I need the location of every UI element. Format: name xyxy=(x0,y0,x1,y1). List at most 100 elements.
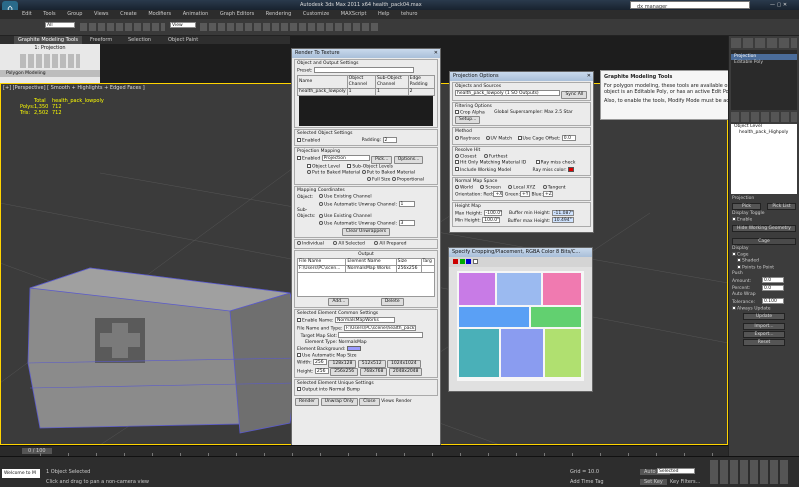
unwrap-only-button[interactable]: Unwrap Only xyxy=(320,397,358,406)
update-button[interactable]: Update xyxy=(743,313,785,320)
world-radio[interactable] xyxy=(455,184,459,189)
setup-button[interactable]: Setup... xyxy=(455,116,481,124)
menu-item-group[interactable]: Group xyxy=(67,10,82,19)
amount-spinner[interactable]: 0.0 xyxy=(762,277,784,283)
enable-checkbox-right[interactable] xyxy=(732,217,736,221)
use-auto-radio[interactable] xyxy=(319,201,323,206)
po-title-bar[interactable]: Projection Options ✕ xyxy=(450,72,593,81)
import-button[interactable]: Import... xyxy=(743,323,785,330)
blue-channel-icon[interactable] xyxy=(466,259,472,264)
output-list-area[interactable] xyxy=(297,273,435,297)
pick-button[interactable]: Pick... xyxy=(371,155,393,164)
green-channel-icon[interactable] xyxy=(459,259,465,264)
menu-item-views[interactable]: Views xyxy=(94,10,108,19)
individual-radio[interactable] xyxy=(297,240,301,245)
timeline[interactable]: 0 / 100 xyxy=(0,445,728,456)
size-128-button[interactable]: 128x128 xyxy=(328,359,357,368)
toolbar-tool-icons[interactable] xyxy=(80,23,165,31)
uv-match-radio[interactable] xyxy=(485,136,490,140)
preset-dropdown[interactable] xyxy=(314,67,414,73)
add-time-tag[interactable]: Add Time Tag xyxy=(570,479,604,485)
col-element-name[interactable]: Element Name xyxy=(345,258,397,266)
ray-miss-check-checkbox[interactable] xyxy=(535,160,540,164)
stack-item-editable-poly[interactable]: Editable Poly xyxy=(731,60,797,66)
table-row[interactable]: health_pack_lowpoly 1 1 2 xyxy=(297,87,436,96)
element-bg-swatch[interactable] xyxy=(346,345,361,351)
object-level-checkbox[interactable] xyxy=(307,163,311,168)
alpha-channel-icon[interactable] xyxy=(472,259,478,264)
tab-freeform[interactable]: Freeform xyxy=(90,36,112,44)
size-1024-button[interactable]: 1024x1024 xyxy=(387,359,421,368)
furthest-radio[interactable] xyxy=(483,153,488,158)
target-slot-dropdown[interactable] xyxy=(338,332,424,338)
screen-radio[interactable] xyxy=(480,184,485,189)
objects-list-area[interactable] xyxy=(299,95,433,126)
green-dropdown[interactable]: +Y xyxy=(520,191,531,197)
col-target[interactable]: Targ xyxy=(420,258,435,266)
col-file-name[interactable]: File Name xyxy=(296,258,347,266)
red-channel-icon[interactable] xyxy=(453,259,458,264)
points-to-point-checkbox[interactable] xyxy=(737,264,741,269)
col-object-channel[interactable]: Object Channel xyxy=(346,74,376,89)
height-spinner[interactable]: 256 xyxy=(314,367,329,374)
always-update-checkbox[interactable] xyxy=(732,305,736,310)
enabled-checkbox[interactable] xyxy=(297,137,301,142)
modifier-stack[interactable]: Projection Editable Poly xyxy=(731,50,797,110)
options-button[interactable]: Options... xyxy=(393,155,424,164)
col-name[interactable]: Name xyxy=(297,74,348,89)
object-item[interactable]: health_pack_Highpoly xyxy=(731,130,797,136)
menu-item-maxscript[interactable]: MAXScript xyxy=(341,10,367,19)
clear-unwrappers-button[interactable]: Clear Unwrappers xyxy=(341,227,391,236)
table-row[interactable]: F:\Users\PC\scen... NormalsMap Works 256x2… xyxy=(296,265,435,273)
reset-button[interactable]: Reset xyxy=(743,339,785,346)
use-existing-sub-radio[interactable] xyxy=(319,213,323,218)
menu-item-edit[interactable]: Edit xyxy=(22,10,32,19)
tab-selection[interactable]: Selection xyxy=(128,36,151,44)
percent-spinner[interactable]: 0.0 xyxy=(762,284,784,291)
object-channel-spinner[interactable]: 1 xyxy=(398,200,415,207)
reference-coord-dropdown[interactable]: View xyxy=(170,22,196,28)
use-cage-checkbox[interactable] xyxy=(517,136,522,140)
viewport-label[interactable]: [+] [Perspective] [ Smooth + Highlights … xyxy=(3,85,145,91)
include-working-checkbox[interactable] xyxy=(455,167,459,171)
max-height-spinner[interactable]: -100.0" xyxy=(483,209,502,216)
menu-item-tools[interactable]: Tools xyxy=(43,10,55,19)
tab-object-paint[interactable]: Object Paint xyxy=(168,36,198,44)
file-name-field[interactable]: F:\Users\PC\scene\health_pack\nrm\... xyxy=(343,324,416,331)
ribbon-section-label[interactable]: Polygon Modeling xyxy=(0,70,100,77)
po-close-icon[interactable]: ✕ xyxy=(587,72,593,81)
size-2048-button[interactable]: 2048x2048 xyxy=(388,368,423,376)
set-key-button[interactable]: Set Key xyxy=(640,479,667,485)
sync-all-button[interactable]: Sync All xyxy=(561,90,588,99)
col-edge-padding[interactable]: Edge Padding xyxy=(407,74,436,89)
raytrace-radio[interactable] xyxy=(455,136,459,140)
size-256-button[interactable]: 256x256 xyxy=(330,368,359,376)
stack-controls[interactable] xyxy=(731,112,797,122)
pick-button-right[interactable]: Pick xyxy=(732,203,761,210)
cage-checkbox[interactable] xyxy=(732,251,736,256)
health-pack-model[interactable] xyxy=(27,267,301,434)
menu-item-help[interactable]: Help xyxy=(378,10,389,19)
size-512-button[interactable]: 512x512 xyxy=(357,359,386,368)
projection-enabled-checkbox[interactable] xyxy=(297,156,301,160)
crop-title-bar[interactable]: Specify Cropping/Placement, RGBA Color 8… xyxy=(449,248,592,257)
sub-object-levels-checkbox[interactable] xyxy=(347,163,352,168)
put-baked-obj-radio[interactable] xyxy=(307,170,311,174)
tolerance-spinner[interactable]: 0.100 xyxy=(762,298,784,304)
size-768-button[interactable]: 768x768 xyxy=(359,368,388,376)
cage-rollout-header[interactable]: Cage xyxy=(732,237,796,245)
tab-graphite-modeling[interactable]: Graphite Modeling Tools xyxy=(14,36,83,44)
objects-sources-dropdown[interactable]: health_pack_lowpoly (1 SO Outputs) xyxy=(455,90,560,96)
menu-item-customize[interactable]: Customize xyxy=(303,10,329,19)
command-panel-tabs[interactable] xyxy=(731,38,797,48)
col-sub-object-channel[interactable]: Sub-Object Channel xyxy=(374,74,409,89)
add-element-button[interactable]: Add... xyxy=(328,298,350,306)
export-button[interactable]: Export... xyxy=(743,331,785,338)
shaded-checkbox[interactable] xyxy=(737,258,741,262)
full-size-radio[interactable] xyxy=(367,176,371,181)
padding-spinner[interactable]: 2 xyxy=(382,136,397,143)
window-controls[interactable]: — ▢ ✕ xyxy=(770,0,787,10)
projection-dropdown[interactable]: Projection xyxy=(321,155,370,161)
use-existing-radio[interactable] xyxy=(319,194,323,198)
proportional-radio[interactable] xyxy=(391,176,396,181)
